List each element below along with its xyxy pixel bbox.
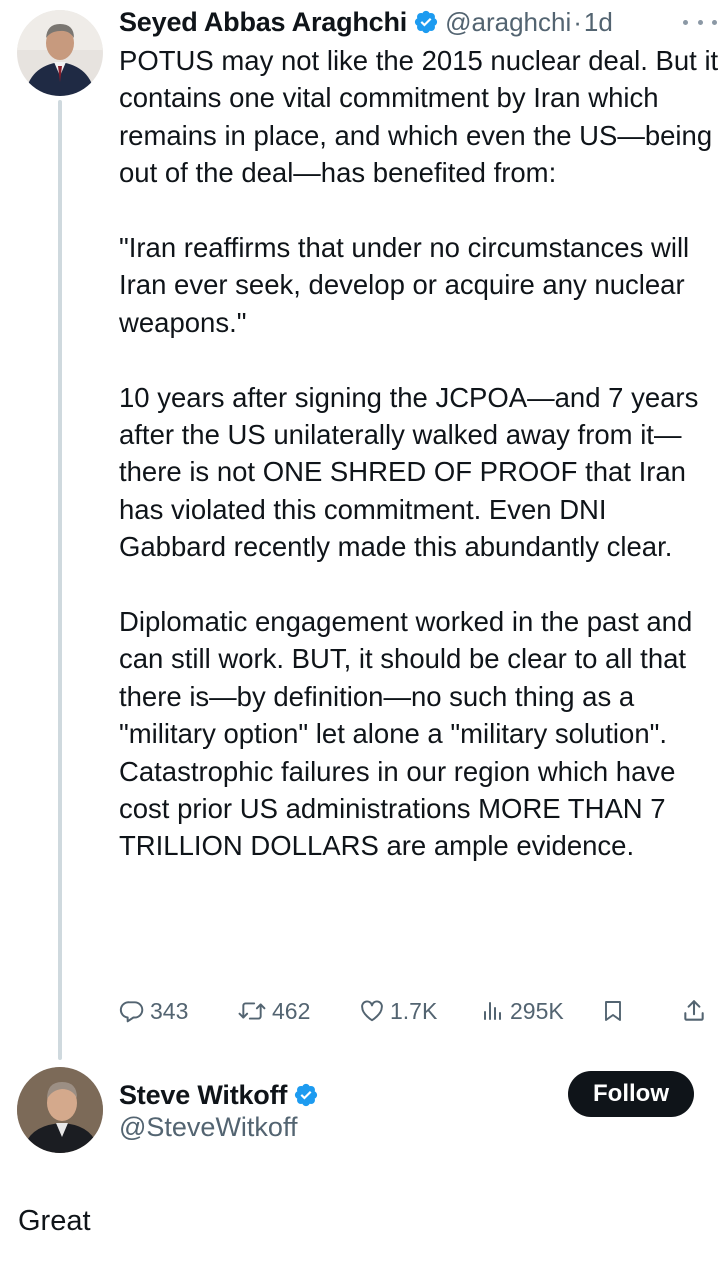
separator-dot: · [573, 6, 582, 37]
like-button[interactable]: 1.7K [359, 992, 437, 1030]
share-icon [684, 1000, 704, 1021]
tweet-paragraph: Diplomatic engagement worked in the past… [119, 606, 693, 862]
heart-icon [361, 1000, 383, 1022]
share-button[interactable] [681, 992, 707, 1030]
timestamp[interactable]: 1d [584, 7, 613, 38]
tweet-text: POTUS may not like the 2015 nuclear deal… [119, 42, 719, 865]
views-button[interactable]: 295K [481, 992, 564, 1030]
author-name[interactable]: Steve Witkoff [119, 1080, 287, 1111]
views-count: 295K [510, 997, 564, 1024]
more-horizontal-icon[interactable] [683, 12, 717, 32]
reply-text: Great [18, 1205, 91, 1237]
thread-connector-line [58, 100, 62, 1060]
follow-button[interactable]: Follow [568, 1071, 694, 1117]
bookmark-icon [605, 1001, 621, 1021]
reply-button[interactable]: 343 [119, 992, 188, 1030]
avatar-image [17, 10, 103, 96]
retweet-icon [238, 1002, 266, 1020]
tweet-paragraph: 10 years after signing the JCPOA—and 7 y… [119, 381, 699, 563]
avatar[interactable] [17, 1067, 103, 1153]
views-chart-icon [484, 1002, 501, 1020]
bookmark-button[interactable] [601, 992, 625, 1030]
verified-badge-icon[interactable] [413, 9, 439, 35]
retweet-count: 462 [272, 997, 311, 1024]
reply-count: 343 [150, 997, 189, 1024]
tweet-paragraph: "Iran reaffirms that under no circumstan… [119, 232, 690, 338]
avatar[interactable] [17, 10, 103, 96]
verified-badge-icon[interactable] [293, 1082, 319, 1108]
retweet-button[interactable]: 462 [237, 992, 310, 1030]
tweet-paragraph: POTUS may not like the 2015 nuclear deal… [119, 45, 719, 189]
author-handle[interactable]: @araghchi [445, 7, 571, 38]
author-handle[interactable]: @SteveWitkoff [119, 1112, 297, 1143]
like-count: 1.7K [390, 997, 438, 1024]
tweet-header: Seyed Abbas Araghchi @araghchi · 1d [119, 4, 717, 40]
author-name[interactable]: Seyed Abbas Araghchi [119, 7, 407, 38]
tweet-action-bar: 343 462 1.7K 295K [119, 992, 709, 1030]
reply-author-row: Steve Witkoff [119, 1078, 319, 1112]
avatar-image [17, 1067, 103, 1153]
reply-icon [119, 1001, 144, 1023]
